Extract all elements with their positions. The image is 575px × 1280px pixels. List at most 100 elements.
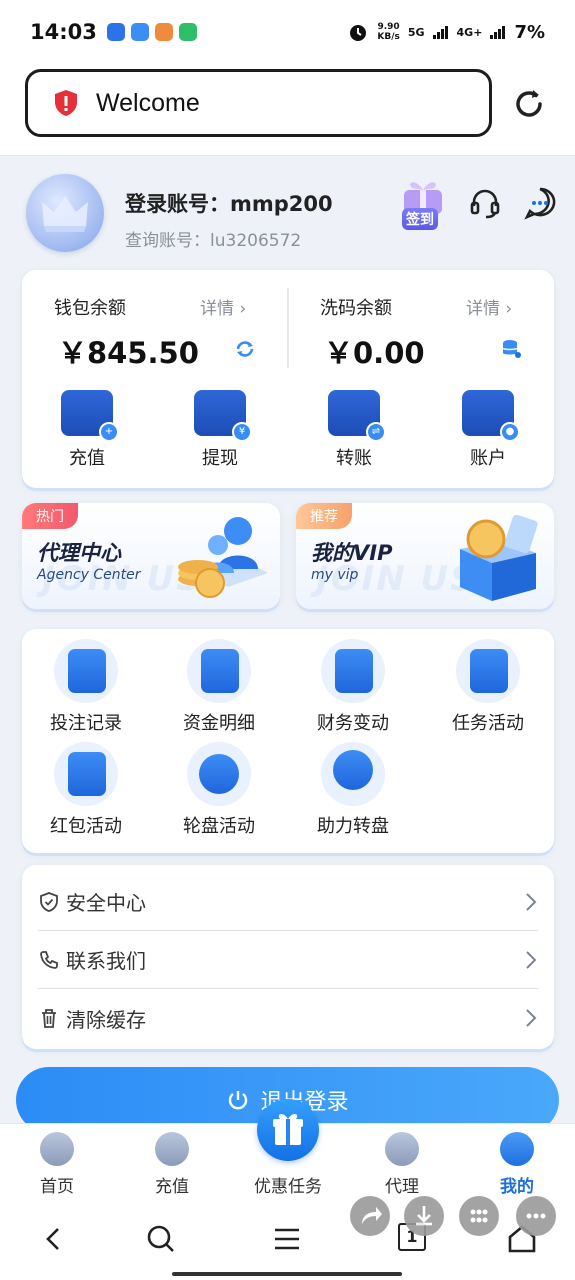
status-time: 14:03 bbox=[30, 20, 97, 44]
grid-item-wheel[interactable]: 助力转盘 bbox=[293, 742, 413, 838]
fund-detail-icon bbox=[187, 639, 251, 703]
refresh-icon[interactable] bbox=[234, 338, 256, 360]
agency-center-card[interactable]: JOIN US 热门 代理中心 Agency Center bbox=[22, 503, 280, 609]
reload-icon[interactable] bbox=[511, 86, 547, 122]
share-icon bbox=[362, 1207, 382, 1224]
grid-label: 资金明细 bbox=[183, 713, 255, 734]
account-label: 账户 bbox=[470, 448, 506, 469]
speed-unit: KB/s bbox=[377, 32, 400, 42]
agency-subtitle: Agency Center bbox=[37, 567, 141, 583]
home-icon bbox=[40, 1132, 74, 1166]
home-indicator[interactable] bbox=[172, 1272, 402, 1276]
network-4g: 4G+ bbox=[456, 25, 483, 39]
address-text[interactable]: Welcome bbox=[96, 89, 200, 118]
account-label: 登录账号： bbox=[125, 192, 230, 216]
account-badge: ● bbox=[500, 422, 520, 442]
chevron-right-icon bbox=[526, 1009, 537, 1027]
red-envelope-icon bbox=[54, 742, 118, 806]
message-icon[interactable] bbox=[523, 186, 557, 220]
grid-item-finance-change[interactable]: 财务变动 bbox=[293, 639, 413, 735]
deposit-button[interactable]: + 充值 bbox=[42, 390, 132, 470]
account-button[interactable]: ● 账户 bbox=[443, 390, 533, 470]
apps-fab[interactable] bbox=[459, 1196, 499, 1236]
wallet-divider bbox=[287, 288, 289, 368]
wash-balance-detail-link[interactable]: 详情 › bbox=[466, 294, 512, 319]
chevron-right-icon bbox=[526, 892, 537, 911]
agent-icon bbox=[385, 1132, 419, 1166]
grid-label: 任务活动 bbox=[452, 713, 524, 734]
grid-label: 助力转盘 bbox=[317, 816, 389, 837]
grid-label: 轮盘活动 bbox=[183, 816, 255, 837]
share-fab[interactable] bbox=[350, 1196, 390, 1236]
account-icon: ● bbox=[462, 390, 520, 442]
grid-item-bet-record[interactable]: 投注记录 bbox=[26, 639, 146, 735]
customer-service-icon[interactable] bbox=[468, 186, 502, 220]
grid-item-roulette[interactable]: 轮盘活动 bbox=[159, 742, 279, 838]
agency-illustration-icon bbox=[178, 517, 268, 598]
vip-title: 我的VIP bbox=[311, 541, 393, 565]
wheel-icon bbox=[321, 742, 385, 806]
status-right: 9.90 KB/s 5G 4G+ 7% bbox=[347, 21, 545, 43]
menu-icon[interactable] bbox=[271, 1223, 303, 1255]
database-icon[interactable] bbox=[500, 338, 522, 360]
query-label: 查询账号： bbox=[125, 231, 210, 251]
wallet-balance-label: 钱包余额 bbox=[54, 298, 126, 319]
signal-icon bbox=[490, 26, 506, 39]
address-bar[interactable]: Welcome bbox=[25, 69, 492, 137]
finance-change-icon bbox=[321, 639, 385, 703]
query-value: lu3206572 bbox=[210, 231, 302, 251]
network-5g: 5G bbox=[407, 25, 425, 39]
back-icon[interactable] bbox=[38, 1223, 70, 1255]
wallet-card: 钱包余额 详情 › ￥845.50 洗码余额 详情 › ￥0.00 + 充值 ¥… bbox=[22, 270, 554, 488]
grid-icon bbox=[470, 1209, 488, 1223]
status-bar: 14:03 9.90 KB/s 5G 4G+ 7% bbox=[0, 0, 575, 64]
agency-title: 代理中心 bbox=[37, 541, 121, 565]
more-fab[interactable] bbox=[516, 1196, 556, 1236]
deposit-icon: + bbox=[61, 390, 119, 442]
grid-item-fund-detail[interactable]: 资金明细 bbox=[159, 639, 279, 735]
list-item-security-center[interactable]: 安全中心 bbox=[38, 873, 538, 931]
list-item-contact-us[interactable]: 联系我们 bbox=[38, 931, 538, 989]
tab-mine[interactable]: 我的 bbox=[472, 1132, 562, 1197]
trash-icon bbox=[42, 1009, 56, 1028]
tab-home[interactable]: 首页 bbox=[12, 1132, 102, 1197]
list-label: 清除缓存 bbox=[66, 1007, 146, 1032]
signal-icon bbox=[432, 26, 448, 39]
withdraw-icon: ¥ bbox=[194, 390, 252, 442]
wallet-balance-detail-link[interactable]: 详情 › bbox=[200, 294, 246, 319]
account-line: 登录账号：mmp200 bbox=[125, 188, 333, 218]
transfer-button[interactable]: ⇌ 转账 bbox=[309, 390, 399, 470]
tab-label: 我的 bbox=[500, 1177, 534, 1197]
tab-deposit[interactable]: 充值 bbox=[127, 1132, 217, 1197]
my-vip-card[interactable]: JOIN US 推荐 我的VIP my vip bbox=[296, 503, 554, 609]
withdraw-button[interactable]: ¥ 提现 bbox=[175, 390, 265, 470]
bet-record-icon bbox=[54, 639, 118, 703]
signin-button[interactable]: 签到 bbox=[402, 208, 438, 230]
phone-icon bbox=[40, 950, 58, 969]
security-warning-icon[interactable] bbox=[54, 89, 78, 117]
grid-item-red-envelope[interactable]: 红包活动 bbox=[26, 742, 146, 838]
transfer-badge: ⇌ bbox=[366, 422, 386, 442]
download-fab[interactable] bbox=[404, 1196, 444, 1236]
recommend-tag: 推荐 bbox=[296, 503, 352, 529]
avatar[interactable] bbox=[26, 174, 104, 252]
tab-promo-task-label[interactable]: 优惠任务 bbox=[240, 1172, 336, 1197]
tab-agent[interactable]: 代理 bbox=[357, 1132, 447, 1197]
hot-tag: 热门 bbox=[22, 503, 78, 529]
settings-list: 安全中心 联系我们 清除缓存 bbox=[22, 865, 554, 1049]
chevron-right-icon bbox=[526, 950, 537, 969]
list-label: 安全中心 bbox=[66, 891, 146, 915]
list-item-clear-cache[interactable]: 清除缓存 bbox=[38, 989, 538, 1047]
app-notification-icon bbox=[178, 23, 197, 41]
promo-task-center-button[interactable] bbox=[257, 1099, 319, 1161]
power-icon bbox=[229, 1091, 248, 1110]
transfer-label: 转账 bbox=[336, 448, 372, 469]
list-label: 联系我们 bbox=[66, 949, 146, 973]
grid-label: 红包活动 bbox=[50, 816, 122, 837]
account-value: mmp200 bbox=[230, 192, 333, 216]
download-icon bbox=[416, 1206, 432, 1226]
search-icon[interactable] bbox=[145, 1223, 177, 1255]
tab-label: 首页 bbox=[40, 1177, 74, 1197]
profile-header: 登录账号：mmp200 查询账号：lu3206572 签到 bbox=[0, 158, 575, 268]
grid-item-task-activity[interactable]: 任务活动 bbox=[428, 639, 548, 735]
